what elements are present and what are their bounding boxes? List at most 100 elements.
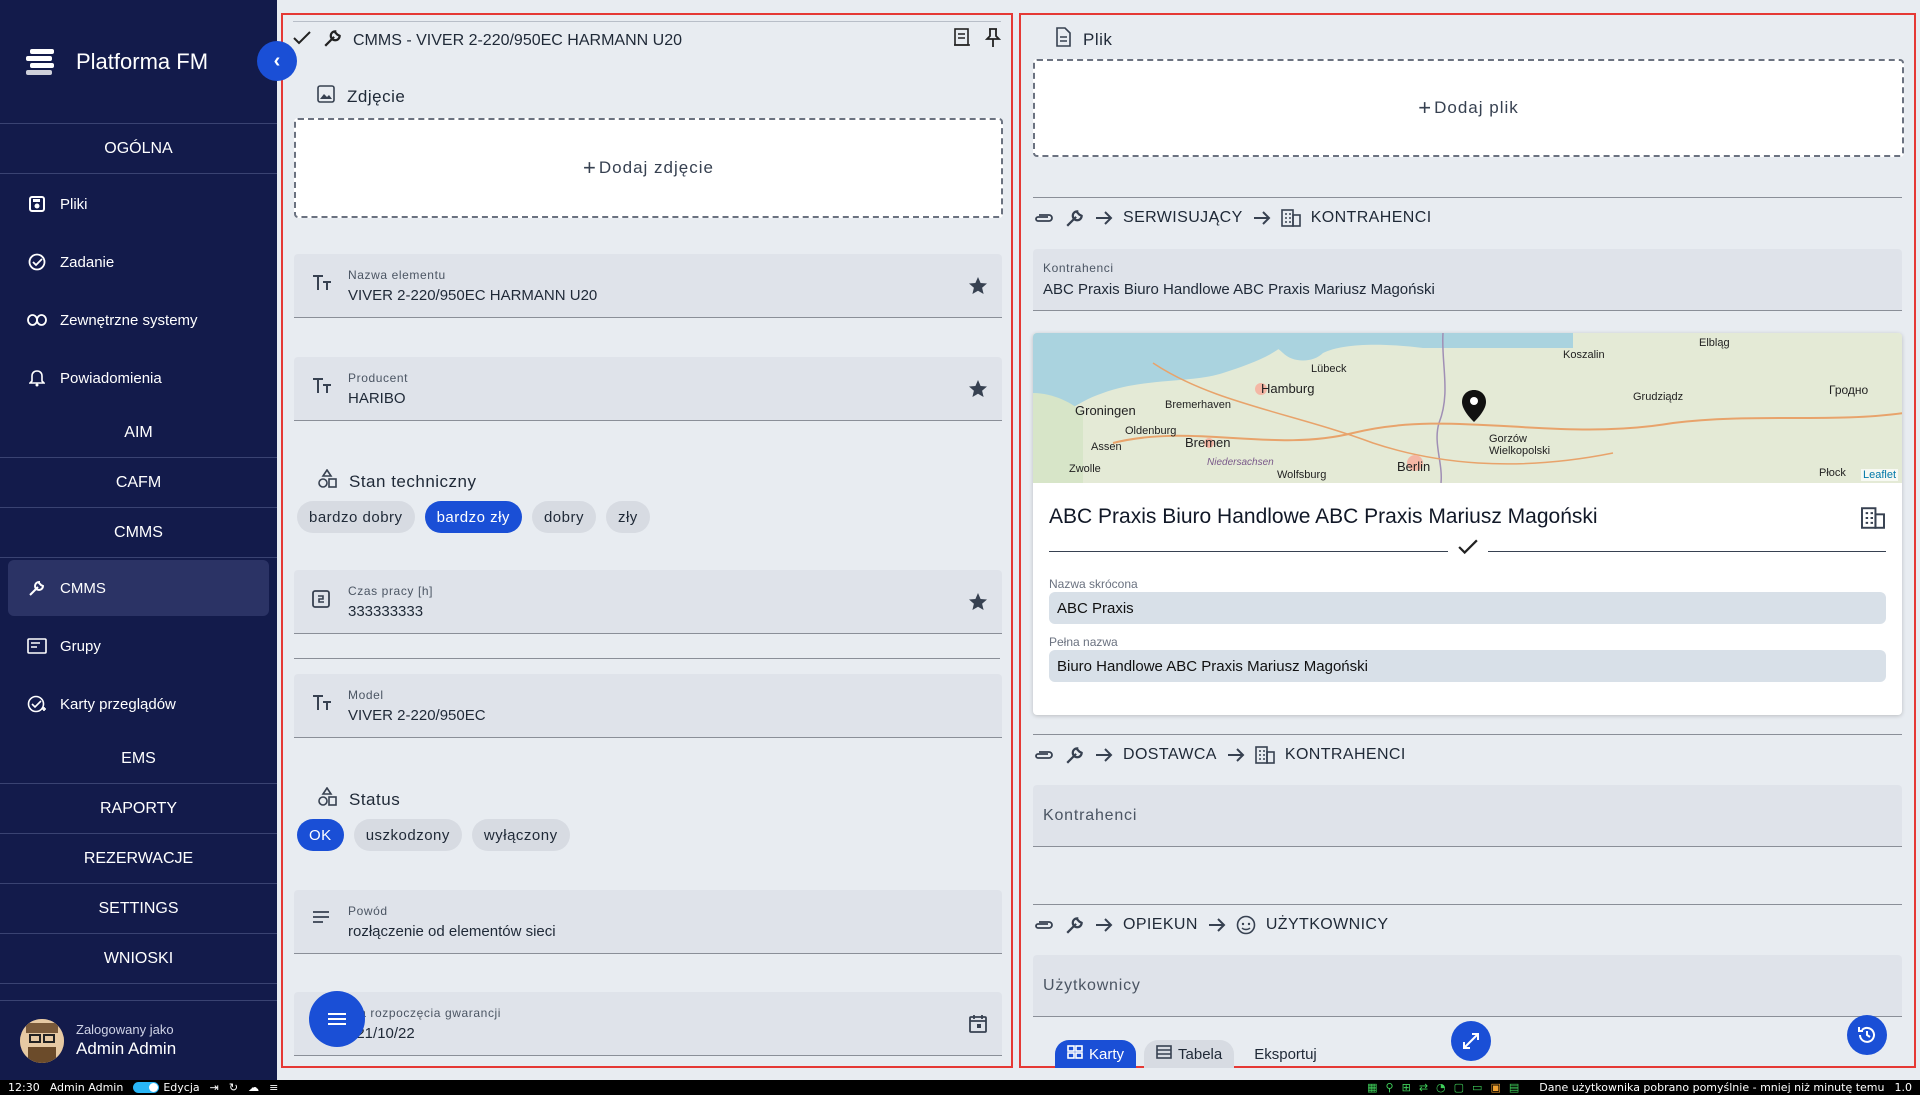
chip-dobry[interactable]: dobry: [531, 501, 596, 533]
map-label: Wolfsburg: [1277, 469, 1327, 481]
chat-icon[interactable]: ▢: [1454, 1081, 1464, 1094]
toggle-switch[interactable]: [133, 1082, 160, 1093]
tab-tabela[interactable]: Tabela: [1144, 1040, 1235, 1068]
building-icon: [1255, 745, 1275, 764]
sidebar-item-label: Powiadomienia: [60, 369, 162, 387]
sidebar-item-cmms[interactable]: CMMS: [8, 560, 269, 616]
calendar-icon[interactable]: [968, 1014, 988, 1034]
field-value: HARIBO: [348, 390, 406, 407]
sidebar-item-pliki[interactable]: Pliki: [8, 176, 269, 232]
expand-button[interactable]: [1451, 1021, 1491, 1061]
clock: 12:30: [8, 1081, 40, 1094]
sidebar-item-zadanie[interactable]: Zadanie: [8, 234, 269, 290]
chip-zly[interactable]: zły: [605, 501, 650, 533]
reason-field[interactable]: Powód rozłączenie od elementów sieci: [294, 890, 1002, 954]
sidebar-item-powiadomienia[interactable]: Powiadomienia: [8, 350, 269, 406]
section-rezerwacje[interactable]: REZERWACJE: [0, 834, 277, 884]
tab-eksportuj[interactable]: Eksportuj: [1242, 1040, 1329, 1068]
status-title: Status: [317, 786, 400, 812]
chip-wylaczony[interactable]: wyłączony: [471, 819, 570, 851]
section-ems[interactable]: EMS: [0, 734, 277, 784]
building-icon: [1280, 208, 1301, 227]
element-name-field[interactable]: Nazwa elementu VIVER 2-220/950EC HARMANN…: [294, 254, 1002, 318]
relations-panel: Plik + Dodaj plik SERWISUJĄCY KONTRAHENC…: [1019, 13, 1916, 1068]
add-photo-label: Dodaj zdjęcie: [598, 158, 714, 177]
field-placeholder: Kontrahenci: [1043, 807, 1138, 824]
tech-state-title: Stan techniczny: [317, 468, 477, 494]
folder-icon[interactable]: ▭: [1472, 1081, 1482, 1094]
notes-icon: [312, 910, 334, 932]
contractor-field[interactable]: Kontrahenci ABC Praxis Biuro Handlowe AB…: [1033, 249, 1902, 311]
shapes-icon: [317, 786, 337, 812]
logged-as-label: Zalogowany jako: [76, 1022, 174, 1037]
login-icon[interactable]: ⇥: [210, 1081, 219, 1094]
divider: [294, 658, 1000, 659]
map[interactable]: Groningen Hamburg Bremerhaven Oldenburg …: [1033, 333, 1902, 483]
history-button[interactable]: [1847, 1015, 1887, 1055]
section-cafm[interactable]: CAFM: [0, 458, 277, 508]
field-placeholder: Użytkownicy: [1043, 977, 1141, 994]
chip-uszkodzony[interactable]: uszkodzony: [353, 819, 462, 851]
section-raporty[interactable]: RAPORTY: [0, 784, 277, 834]
avatar: [20, 1018, 64, 1063]
producer-field[interactable]: Producent HARIBO: [294, 357, 1002, 421]
user-name: Admin Admin: [76, 1039, 177, 1058]
field-value: VIVER 2-220/950EC HARMANN U20: [348, 287, 598, 304]
short-name-label: Nazwa skrócona: [1049, 577, 1138, 591]
user-box[interactable]: Zalogowany jako Admin Admin: [0, 1000, 277, 1080]
users-field[interactable]: Użytkownicy: [1033, 955, 1902, 1017]
model-field[interactable]: Model VIVER 2-220/950EC: [294, 674, 1002, 738]
section-wnioski[interactable]: WNIOSKI: [0, 934, 277, 984]
hierarchy-icon[interactable]: ⊞: [1402, 1081, 1411, 1094]
collapse-sidebar-button[interactable]: ‹: [257, 41, 297, 81]
network-icon[interactable]: ▦: [1367, 1081, 1377, 1094]
number-box-icon: [312, 590, 334, 612]
chip-bardzo-dobry[interactable]: bardzo dobry: [297, 501, 415, 533]
warranty-start-field[interactable]: ata rozpoczęcia gwarancji 021/10/22: [294, 992, 1002, 1056]
menu-fab-button[interactable]: [309, 991, 365, 1047]
save-icon[interactable]: ▣: [1490, 1081, 1500, 1094]
leaflet-attribution-link[interactable]: Leaflet: [1860, 469, 1898, 481]
sidebar-item-label: Pliki: [60, 195, 88, 213]
check-icon[interactable]: [293, 31, 311, 50]
star-icon[interactable]: [968, 276, 988, 296]
chart-icon[interactable]: ◔: [1436, 1081, 1446, 1094]
field-value: rozłączenie od elementów sieci: [348, 923, 556, 940]
refresh-icon[interactable]: ↻: [229, 1081, 238, 1094]
photo-title-text: Zdjęcie: [347, 86, 406, 106]
building-icon[interactable]: [1860, 507, 1886, 534]
document-icon[interactable]: ▤: [1509, 1081, 1519, 1094]
section-cmms[interactable]: CMMS: [0, 508, 277, 558]
section-aim[interactable]: AIM: [0, 408, 277, 458]
supplier-field[interactable]: Kontrahenci: [1033, 785, 1902, 847]
pin-icon[interactable]: [984, 28, 1002, 53]
tab-karty[interactable]: Karty: [1055, 1040, 1137, 1068]
cloud-icon[interactable]: ☁: [248, 1081, 259, 1094]
arrow-right-icon: [1253, 210, 1271, 225]
map-label: Niedersachsen: [1207, 457, 1274, 468]
section-settings[interactable]: SETTINGS: [0, 884, 277, 934]
field-value: 333333333: [348, 603, 424, 620]
sidebar-item-zewnetrzne-systemy[interactable]: Zewnętrzne systemy: [8, 292, 269, 348]
star-icon[interactable]: [968, 379, 988, 399]
map-pin-icon[interactable]: [1461, 389, 1487, 423]
sync-icon[interactable]: ⇄: [1419, 1081, 1428, 1094]
add-photo-dropzone[interactable]: + Dodaj zdjęcie: [294, 118, 1003, 218]
chip-bardzo-zly[interactable]: bardzo zły: [424, 501, 522, 533]
edit-mode-toggle[interactable]: Edycja: [133, 1081, 200, 1094]
image-icon: [317, 85, 335, 108]
receipt-icon[interactable]: [953, 28, 971, 53]
work-time-field[interactable]: Czas pracy [h] 333333333: [294, 570, 1002, 634]
sidebar-item-karty-przegladow[interactable]: Karty przeglądów: [8, 676, 269, 732]
app-logo-icon: [26, 48, 54, 75]
sidebar-item-grupy[interactable]: Grupy: [8, 618, 269, 674]
menu-icon[interactable]: ≡: [269, 1081, 278, 1094]
star-icon[interactable]: [968, 592, 988, 612]
sidebar-item-label: CMMS: [60, 579, 106, 597]
chip-ok[interactable]: OK: [297, 819, 344, 851]
tab-label: Tabela: [1178, 1045, 1223, 1063]
tree-icon[interactable]: ⚲: [1386, 1081, 1394, 1094]
document-icon: [1055, 27, 1071, 52]
add-file-dropzone[interactable]: + Dodaj plik: [1033, 59, 1904, 157]
section-general[interactable]: OGÓLNA: [0, 124, 277, 174]
